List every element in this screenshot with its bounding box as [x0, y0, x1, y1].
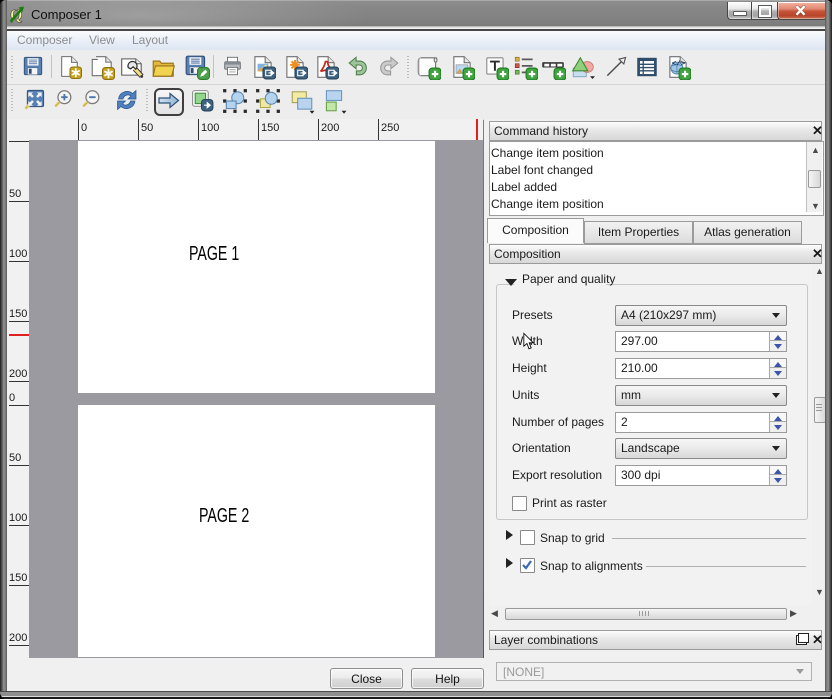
svg-text:</>: </>	[672, 60, 686, 68]
